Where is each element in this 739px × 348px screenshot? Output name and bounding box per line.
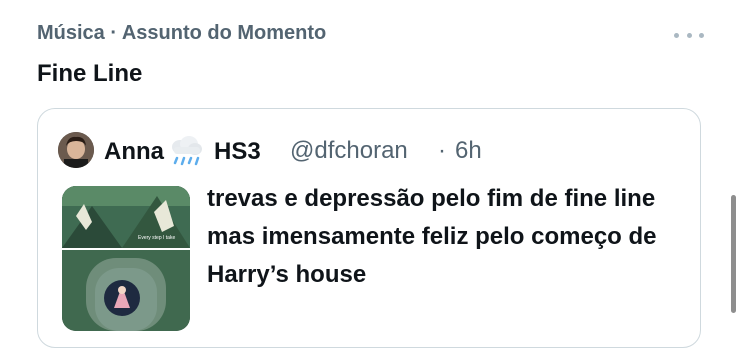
display-name[interactable]: Anna	[104, 138, 164, 166]
more-options-icon[interactable]	[674, 26, 704, 44]
timestamp[interactable]: 6h	[455, 137, 482, 165]
avatar[interactable]	[58, 132, 94, 168]
cloud-rain-icon	[168, 135, 204, 169]
media-caption: Every step I take	[138, 235, 176, 241]
display-name-suffix[interactable]: HS3	[214, 138, 261, 166]
trend-title[interactable]: Fine Line	[37, 60, 142, 88]
tweet-text: trevas e depressão pelo fim de fine line…	[207, 185, 657, 288]
media-thumbnail[interactable]: Every step I take	[62, 186, 190, 331]
user-handle[interactable]: @dfchoran	[290, 137, 408, 165]
trend-context: Música · Assunto do Momento	[37, 22, 327, 44]
separator-dot: ·	[438, 137, 446, 164]
scrollbar[interactable]	[731, 195, 736, 313]
author-name-row[interactable]: Anna HS3	[104, 135, 261, 169]
